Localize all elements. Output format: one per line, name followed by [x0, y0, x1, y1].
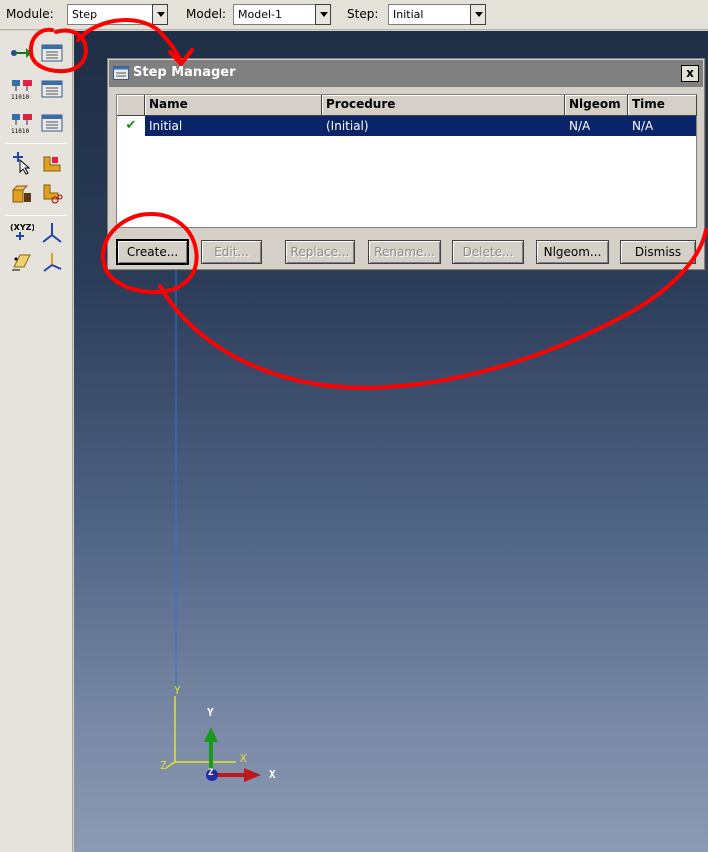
column-header-name[interactable]: Name	[145, 95, 322, 116]
view-z-label: Z	[208, 768, 214, 778]
svg-text:11010: 11010	[11, 128, 29, 135]
edit-button[interactable]: Edit...	[201, 240, 262, 264]
column-header-time[interactable]: Time	[628, 95, 697, 116]
step-label: Step:	[347, 7, 379, 21]
step-manager-icon[interactable]	[40, 41, 64, 65]
toolbox-divider	[5, 215, 67, 216]
dialog-title: Step Manager	[133, 65, 236, 80]
module-label: Module:	[6, 7, 54, 21]
step-combo[interactable]: Initial	[388, 4, 470, 25]
step-value: Initial	[393, 8, 424, 21]
module-combo[interactable]: Step	[67, 4, 152, 25]
toolbox: 11010 11010 (XYZ)	[0, 31, 73, 852]
datum-point-icon[interactable]	[40, 249, 64, 273]
model-dropdown-arrow-icon[interactable]	[315, 4, 331, 25]
column-header-status	[117, 95, 145, 116]
svg-text:11010: 11010	[11, 94, 29, 101]
nlgeom-button[interactable]: Nlgeom...	[536, 240, 609, 264]
datum-axis-triad-icon[interactable]	[40, 221, 64, 245]
replace-button[interactable]: Replace...	[285, 240, 355, 264]
dismiss-button[interactable]: Dismiss	[620, 240, 696, 264]
context-bar: Module: Step Model: Model-1 Step: Initia…	[0, 0, 708, 30]
field-output-manager-icon[interactable]	[40, 77, 64, 101]
global-y-label: Y	[174, 684, 181, 697]
solution-control-icon[interactable]	[40, 181, 64, 205]
cell-name: Initial	[149, 119, 183, 133]
close-button[interactable]: x	[681, 65, 699, 82]
history-output-icon[interactable]: 11010	[10, 111, 34, 135]
adaptive-mesh-icon[interactable]	[10, 151, 34, 175]
global-x-label: X	[240, 752, 247, 765]
step-manager-dialog: Step Manager x Name Procedure Nlgeom Tim…	[107, 58, 705, 270]
row-selection: Initial (Initial) N/A N/A	[145, 116, 696, 136]
delete-button[interactable]: Delete...	[452, 240, 524, 264]
toolbox-divider	[5, 143, 67, 144]
model-value: Model-1	[238, 8, 282, 21]
datum-csys-icon[interactable]: (XYZ)	[10, 221, 34, 245]
step-manager-icon	[113, 66, 129, 83]
column-header-nlgeom[interactable]: Nlgeom	[565, 95, 628, 116]
cell-procedure: (Initial)	[326, 119, 369, 133]
steps-table: Name Procedure Nlgeom Time ✔ Initial (In…	[116, 94, 697, 228]
table-header: Name Procedure Nlgeom Time	[117, 95, 697, 116]
column-header-procedure[interactable]: Procedure	[322, 95, 565, 116]
global-z-label: Z	[160, 759, 167, 772]
view-x-label: X	[269, 768, 276, 781]
cell-time: N/A	[632, 119, 654, 133]
step-dropdown-arrow-icon[interactable]	[470, 4, 486, 25]
checkmark-icon: ✔	[117, 116, 145, 136]
cell-nlgeom: N/A	[569, 119, 591, 133]
module-value: Step	[72, 8, 98, 21]
adaptive-domain-icon[interactable]	[40, 151, 64, 175]
xyz-label: (XYZ)	[10, 223, 34, 232]
dialog-titlebar[interactable]: Step Manager x	[109, 60, 703, 87]
stabilization-icon[interactable]	[10, 181, 34, 205]
table-row[interactable]: ✔ Initial (Initial) N/A N/A	[117, 116, 696, 136]
module-dropdown-arrow-icon[interactable]	[152, 4, 168, 25]
view-y-label: Y	[207, 706, 214, 719]
model-combo[interactable]: Model-1	[233, 4, 315, 25]
datum-plane-icon[interactable]	[10, 249, 34, 273]
model-label: Model:	[186, 7, 227, 21]
history-output-manager-icon[interactable]	[40, 111, 64, 135]
create-step-icon[interactable]	[10, 41, 34, 65]
rename-button[interactable]: Rename...	[368, 240, 441, 264]
field-output-icon[interactable]: 11010	[10, 77, 34, 101]
create-button[interactable]: Create...	[117, 240, 188, 264]
